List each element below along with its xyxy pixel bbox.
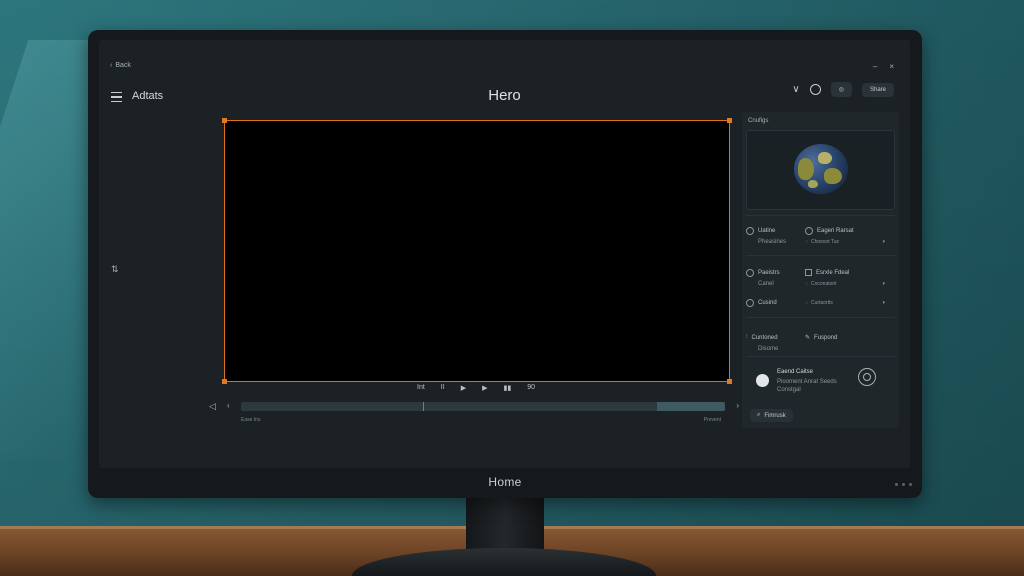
prop-uatine[interactable]: Uatine	[746, 227, 775, 235]
playback-controls: Int II ▶ ▶ ▮▮ 90	[417, 384, 535, 392]
search-icon: ⌕	[757, 412, 761, 418]
chevron-right-icon[interactable]: ›	[736, 401, 739, 410]
prop-sub: Disome	[758, 346, 779, 352]
pen-icon: ✎	[805, 335, 811, 341]
divider	[746, 215, 895, 216]
collapse-handle-icon[interactable]: ⇅	[111, 264, 119, 275]
prop-sub: Pheasines	[758, 239, 787, 245]
playhead[interactable]	[423, 402, 424, 411]
pause-button[interactable]: II	[441, 384, 445, 392]
prop-right-title[interactable]: ✎ Fuspond	[805, 334, 837, 342]
settings-icon[interactable]	[809, 84, 821, 95]
avatar[interactable]	[756, 374, 769, 387]
close-button[interactable]: ×	[889, 62, 894, 71]
profile-line1: Piooment Anrat Seeds	[777, 379, 837, 385]
caret-icon: ▾	[882, 239, 885, 245]
frame-count: 90	[527, 384, 535, 391]
timeline-progress	[657, 402, 725, 411]
globe-icon	[794, 144, 848, 194]
timeline-labels: Ease Ins Prevent	[241, 417, 721, 423]
prop-sub: Canel	[758, 281, 774, 287]
shield-icon	[746, 299, 754, 307]
play-button[interactable]: ▶	[461, 384, 466, 392]
record-button[interactable]: ◎	[830, 82, 852, 97]
monitor-brand-label: Home	[488, 475, 522, 489]
chevron-down-icon[interactable]: ∨	[792, 84, 799, 95]
monitor: ‹ Back – × Adtats Hero ∨ ◎ Share ⇅ Int I…	[88, 30, 922, 498]
prop-paeistrs[interactable]: Paeistrs	[746, 269, 780, 277]
toolbar: ∨ ◎ Share	[792, 82, 894, 97]
grid-icon	[805, 269, 812, 276]
divider	[746, 317, 895, 318]
window-controls: – ×	[873, 62, 894, 71]
frames-button[interactable]: ▮▮	[503, 384, 511, 392]
dot-icon: ◌	[805, 281, 808, 287]
profile-name: Eaend Caitse	[777, 369, 814, 375]
dropdown-chosoot[interactable]: ◌ Chosoot Tux ▾	[805, 239, 885, 245]
search-button[interactable]: ⌕ Fimrusk	[750, 409, 793, 422]
power-indicator	[895, 483, 912, 486]
chevron-left-icon[interactable]: ‹	[227, 401, 230, 410]
page-title: Hero	[488, 87, 521, 104]
app-screen: ‹ Back – × Adtats Hero ∨ ◎ Share ⇅ Int I…	[99, 40, 910, 468]
divider	[746, 356, 895, 357]
prop-cusind[interactable]: Cusind	[746, 299, 777, 307]
resize-handle[interactable]	[222, 118, 227, 123]
volume-icon[interactable]: ◁	[209, 401, 216, 412]
chevron-left-icon: ‹	[110, 62, 113, 69]
dot-icon: ◌	[805, 300, 808, 306]
prop-right-title[interactable]: Esrxle Fdeal	[805, 269, 849, 276]
profile-action-button[interactable]	[858, 368, 876, 386]
divider	[746, 255, 895, 256]
video-canvas[interactable]	[222, 118, 732, 384]
skip-back-button[interactable]: Int	[417, 384, 425, 392]
dot-icon	[805, 227, 813, 235]
share-button[interactable]: Share	[861, 82, 894, 97]
preview-thumbnail[interactable]	[746, 130, 895, 210]
timeline: ◁ ‹ ›	[209, 400, 739, 412]
minimize-button[interactable]: –	[873, 62, 877, 71]
timeline-start-label: Ease Ins	[241, 417, 261, 423]
next-button[interactable]: ▶	[482, 384, 487, 392]
dropdown-curtaortts[interactable]: ◌ Curtaortts ▾	[805, 300, 885, 306]
prop-cuntoned[interactable]: ⫶ Cuntoned	[746, 334, 778, 341]
dropdown-coconatont[interactable]: ◌ Coconatont ▾	[805, 281, 885, 287]
prop-right-title[interactable]: Eageri Rarsat	[805, 227, 854, 235]
resize-handle[interactable]	[727, 118, 732, 123]
caret-icon: ▾	[882, 281, 885, 287]
properties-panel: Cnufigs Uatine Pheasines Eageri Rarsat ◌…	[742, 112, 899, 428]
target-icon	[746, 227, 754, 235]
back-button[interactable]: ‹ Back	[110, 62, 131, 69]
resize-handle[interactable]	[727, 379, 732, 384]
dot-icon: ◌	[805, 239, 808, 245]
timeline-end-label: Prevent	[703, 417, 721, 423]
bell-icon	[746, 269, 754, 277]
sliders-icon: ⫶	[746, 334, 748, 340]
timeline-scrubber[interactable]	[241, 402, 725, 411]
resize-handle[interactable]	[222, 379, 227, 384]
caret-icon: ▾	[882, 300, 885, 306]
panel-title: Cnufigs	[748, 118, 769, 124]
profile-line2: Constgal	[777, 387, 801, 393]
